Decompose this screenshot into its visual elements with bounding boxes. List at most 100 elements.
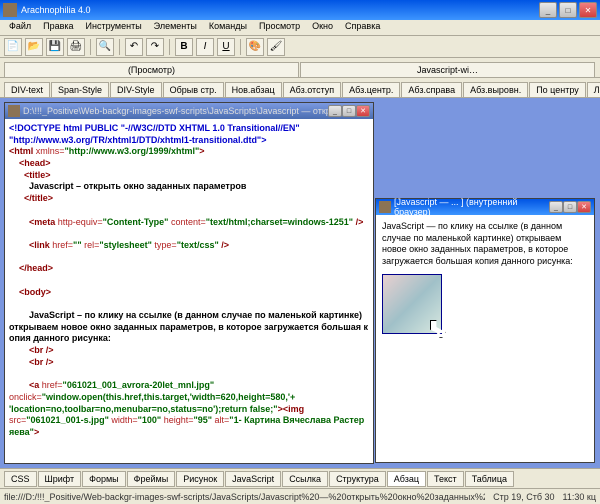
bottom-tab-Абзац[interactable]: Абзац: [387, 471, 426, 487]
browser-icon: [379, 201, 391, 213]
code-line: [9, 450, 369, 462]
doc-tabs-row-1: (Просмотр)Javascript-wi…: [0, 58, 600, 78]
code-line: Javascript – открыть окно заданных парам…: [9, 181, 369, 193]
code-line: <a href="061021_001_avrora-20let_mnl.jpg…: [9, 380, 369, 392]
print-button[interactable]: 🖨: [67, 38, 85, 56]
code-line: "http://www.w3.org/TR/xhtml1/DTD/xhtml1-…: [9, 135, 369, 147]
bottom-tabs: CSSШрифтФормыФреймыРисунокJavaScriptСсыл…: [0, 468, 600, 488]
bottom-tab-Шрифт[interactable]: Шрифт: [38, 471, 82, 487]
doc-tabs-row-2: DIV-textSpan-StyleDIV-StyleОбрыв стр.Нов…: [0, 78, 600, 98]
code-line: [9, 228, 369, 240]
code-line: JavaScript – по клику на ссылке (в данно…: [9, 310, 369, 345]
toolbar: 📄📂💾🖨 🔍 ↶↷ BIU 🎨🖌: [0, 36, 600, 58]
code-line: <title>: [9, 170, 369, 182]
tab-Абз.центр.[interactable]: Абз.центр.: [342, 82, 400, 97]
menu-Просмотр[interactable]: Просмотр: [254, 20, 305, 35]
code-line: <br />: [9, 345, 369, 357]
menu-Справка[interactable]: Справка: [340, 20, 385, 35]
browser-title: [Javascript — ... ] (внутренний браузер): [394, 197, 549, 217]
title-bar: Arachnophilia 4.0 _ □ ✕: [0, 0, 600, 20]
code-line: <body>: [9, 287, 369, 299]
browser-window: [Javascript — ... ] (внутренний браузер)…: [375, 198, 595, 463]
editor-window: D:\!!!_Positive\Web-backgr-images-swf-sc…: [4, 102, 374, 464]
tab-Обрыв стр.[interactable]: Обрыв стр.: [163, 82, 224, 97]
editor-minimize[interactable]: _: [328, 105, 342, 117]
menu-Окно[interactable]: Окно: [307, 20, 338, 35]
menu-Правка[interactable]: Правка: [38, 20, 78, 35]
tab-DIV-text[interactable]: DIV-text: [4, 82, 50, 97]
tab-Абз.выровн.[interactable]: Абз.выровн.: [463, 82, 528, 97]
code-line: <head>: [9, 158, 369, 170]
bottom-tab-Текст[interactable]: Текст: [427, 471, 464, 487]
browser-content: JavaScript — по клику на ссылке (в данно…: [376, 215, 594, 462]
tab-(Просмотр)[interactable]: (Просмотр): [4, 62, 299, 77]
tab-Нов.абзац[interactable]: Нов.абзац: [225, 82, 282, 97]
maximize-button[interactable]: □: [559, 2, 577, 18]
editor-maximize[interactable]: □: [342, 105, 356, 117]
bottom-tab-Формы[interactable]: Формы: [82, 471, 126, 487]
code-line: <meta http-equiv="Content-Type" content=…: [9, 217, 369, 229]
menu-Команды[interactable]: Команды: [204, 20, 252, 35]
code-line: src="061021_001-s.jpg" width="100" heigh…: [9, 415, 369, 438]
code-line: [9, 439, 369, 451]
code-line: onclick="window.open(this.href,this.targ…: [9, 392, 369, 404]
bottom-tab-Ссылка[interactable]: Ссылка: [282, 471, 328, 487]
code-editor[interactable]: <!DOCTYPE html PUBLIC "-//W3C//DTD XHTML…: [5, 119, 373, 463]
open-button[interactable]: 📂: [25, 38, 43, 56]
code-line: <!DOCTYPE html PUBLIC "-//W3C//DTD XHTML…: [9, 123, 369, 135]
code-line: [9, 205, 369, 217]
color1-button[interactable]: 🎨: [246, 38, 264, 56]
tab-DIV-Style[interactable]: DIV-Style: [110, 82, 162, 97]
bottom-tab-Структура[interactable]: Структура: [329, 471, 386, 487]
close-button[interactable]: ✕: [579, 2, 597, 18]
code-line: </title>: [9, 193, 369, 205]
underline-button[interactable]: U: [217, 38, 235, 56]
undo-button[interactable]: ↶: [125, 38, 143, 56]
italic-button[interactable]: I: [196, 38, 214, 56]
workspace: D:\!!!_Positive\Web-backgr-images-swf-sc…: [0, 98, 600, 468]
preview-button[interactable]: 🔍: [96, 38, 114, 56]
redo-button[interactable]: ↷: [146, 38, 164, 56]
thumbnail-link[interactable]: [382, 274, 442, 334]
status-time: 11:30 кц: [563, 492, 596, 502]
bottom-tab-Фреймы[interactable]: Фреймы: [127, 471, 176, 487]
menu-bar: ФайлПравкаИнструментыЭлементыКомандыПрос…: [0, 20, 600, 36]
browser-text: JavaScript — по клику на ссылке (в данно…: [382, 221, 588, 268]
code-line: <br />: [9, 357, 369, 369]
code-line: <link href="" rel="stylesheet" type="tex…: [9, 240, 369, 252]
tab-Javascript-wi…[interactable]: Javascript-wi…: [300, 62, 595, 77]
minimize-button[interactable]: _: [539, 2, 557, 18]
code-line: [9, 298, 369, 310]
browser-maximize[interactable]: □: [563, 201, 577, 213]
browser-close[interactable]: ✕: [577, 201, 591, 213]
code-line: <html xmlns="http://www.w3.org/1999/xhtm…: [9, 146, 369, 158]
browser-minimize[interactable]: _: [549, 201, 563, 213]
editor-close[interactable]: ✕: [356, 105, 370, 117]
menu-Файл[interactable]: Файл: [4, 20, 36, 35]
bottom-tab-Рисунок[interactable]: Рисунок: [176, 471, 224, 487]
save-button[interactable]: 💾: [46, 38, 64, 56]
bottom-tab-CSS[interactable]: CSS: [4, 471, 37, 487]
code-line: </head>: [9, 263, 369, 275]
editor-title-bar: D:\!!!_Positive\Web-backgr-images-swf-sc…: [5, 103, 373, 119]
tab-Абз.отступ[interactable]: Абз.отступ: [283, 82, 342, 97]
editor-icon: [8, 105, 20, 117]
app-icon: [3, 3, 17, 17]
tab-Span-Style[interactable]: Span-Style: [51, 82, 109, 97]
tab-Абз.справа[interactable]: Абз.справа: [401, 82, 462, 97]
status-path: file:///D:/!!!_Positive/Web-backgr-image…: [4, 492, 485, 502]
new-button[interactable]: 📄: [4, 38, 22, 56]
color2-button[interactable]: 🖌: [267, 38, 285, 56]
bottom-tab-JavaScript[interactable]: JavaScript: [225, 471, 281, 487]
editor-title: D:\!!!_Positive\Web-backgr-images-swf-sc…: [23, 106, 328, 116]
code-line: [9, 275, 369, 287]
code-line: [9, 368, 369, 380]
code-line: 'location=no,toolbar=no,menubar=no,statu…: [9, 404, 369, 416]
menu-Инструменты[interactable]: Инструменты: [81, 20, 147, 35]
code-line: [9, 252, 369, 264]
menu-Элементы[interactable]: Элементы: [149, 20, 202, 35]
tab-Линейка[interactable]: Линейка: [587, 82, 600, 97]
bold-button[interactable]: B: [175, 38, 193, 56]
tab-По центру[interactable]: По центру: [529, 82, 586, 97]
bottom-tab-Таблица[interactable]: Таблица: [465, 471, 514, 487]
